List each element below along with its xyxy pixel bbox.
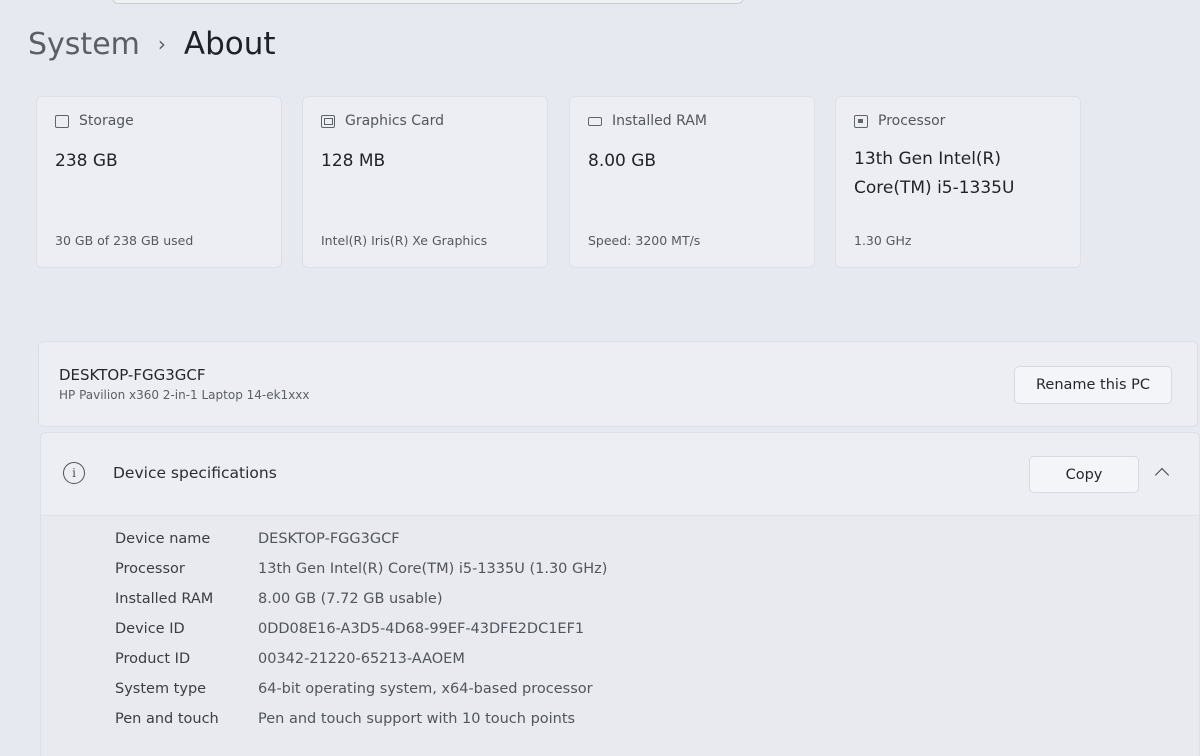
ram-icon [588,116,602,126]
spec-row: Product ID 00342-21220-65213-AAOEM [115,651,465,667]
spec-row: Pen and touch Pen and touch support with… [115,711,575,727]
spec-label: Pen and touch [115,711,219,727]
spec-row: Device name DESKTOP-FGG3GCF [115,531,400,547]
card-title: Processor [878,113,946,129]
spec-label: Processor [115,561,185,577]
card-subtext: 1.30 GHz [854,233,912,248]
card-subtext: 30 GB of 238 GB used [55,233,194,248]
spec-value: 8.00 GB (7.72 GB usable) [258,591,443,607]
spec-row: System type 64-bit operating system, x64… [115,681,593,697]
breadcrumb-system[interactable]: System [28,27,140,62]
rename-pc-button[interactable]: Rename this PC [1014,366,1172,404]
spec-label: Device ID [115,621,185,637]
card-subtext: Speed: 3200 MT/s [588,233,701,248]
spec-value: Pen and touch support with 10 touch poin… [258,711,576,727]
spec-value: 13th Gen Intel(R) Core(TM) i5-1335U (1.3… [258,561,608,577]
search-box-edge[interactable] [112,0,744,4]
section-title: Device specifications [113,464,277,482]
info-icon: i [63,462,85,484]
card-title: Storage [79,113,134,129]
storage-card: Storage 238 GB 30 GB of 238 GB used [36,96,282,268]
spec-label: System type [115,681,207,697]
spec-value: DESKTOP-FGG3GCF [258,531,400,547]
spec-row: Installed RAM 8.00 GB (7.72 GB usable) [115,591,442,607]
device-specifications-body: Device name DESKTOP-FGG3GCF Processor 13… [40,516,1200,756]
device-specifications-header[interactable]: i Device specifications Copy [40,432,1200,516]
page-title: About [183,26,276,62]
copy-button[interactable]: Copy [1029,456,1139,493]
pc-name-card: DESKTOP-FGG3GCF HP Pavilion x360 2-in-1 … [38,341,1198,427]
breadcrumb: System › About [28,26,276,62]
card-value: 13th Gen Intel(R) Core(TM) i5-1335U [854,149,1015,198]
card-title: Installed RAM [612,113,707,129]
storage-icon [55,114,69,128]
card-subtext: Intel(R) Iris(R) Xe Graphics [321,233,488,248]
spec-label: Installed RAM [115,591,214,607]
card-value: 238 GB [55,151,118,171]
spec-row: Device ID 0DD08E16-A3D5-4D68-99EF-43DFE2… [115,621,584,637]
graphics-card-card: Graphics Card 128 MB Intel(R) Iris(R) Xe… [302,96,548,268]
pc-model: HP Pavilion x360 2-in-1 Laptop 14-ek1xxx [59,388,310,402]
card-value: 128 MB [321,151,386,171]
chevron-up-icon[interactable] [1154,467,1170,483]
installed-ram-card: Installed RAM 8.00 GB Speed: 3200 MT/s [569,96,815,268]
spec-value: 64-bit operating system, x64-based proce… [258,681,593,697]
spec-label: Device name [115,531,211,547]
card-title: Graphics Card [345,113,445,129]
chevron-right-icon: › [157,32,166,56]
spec-value: 00342-21220-65213-AAOEM [258,651,465,667]
pc-name: DESKTOP-FGG3GCF [59,366,206,384]
spec-value: 0DD08E16-A3D5-4D68-99EF-43DFE2DC1EF1 [258,621,585,637]
processor-icon [854,114,868,128]
card-value: 8.00 GB [588,151,657,171]
processor-card: Processor 13th Gen Intel(R) Core(TM) i5-… [835,96,1081,268]
graphics-card-icon [321,114,335,128]
spec-row: Processor 13th Gen Intel(R) Core(TM) i5-… [115,561,607,577]
spec-label: Product ID [115,651,191,667]
